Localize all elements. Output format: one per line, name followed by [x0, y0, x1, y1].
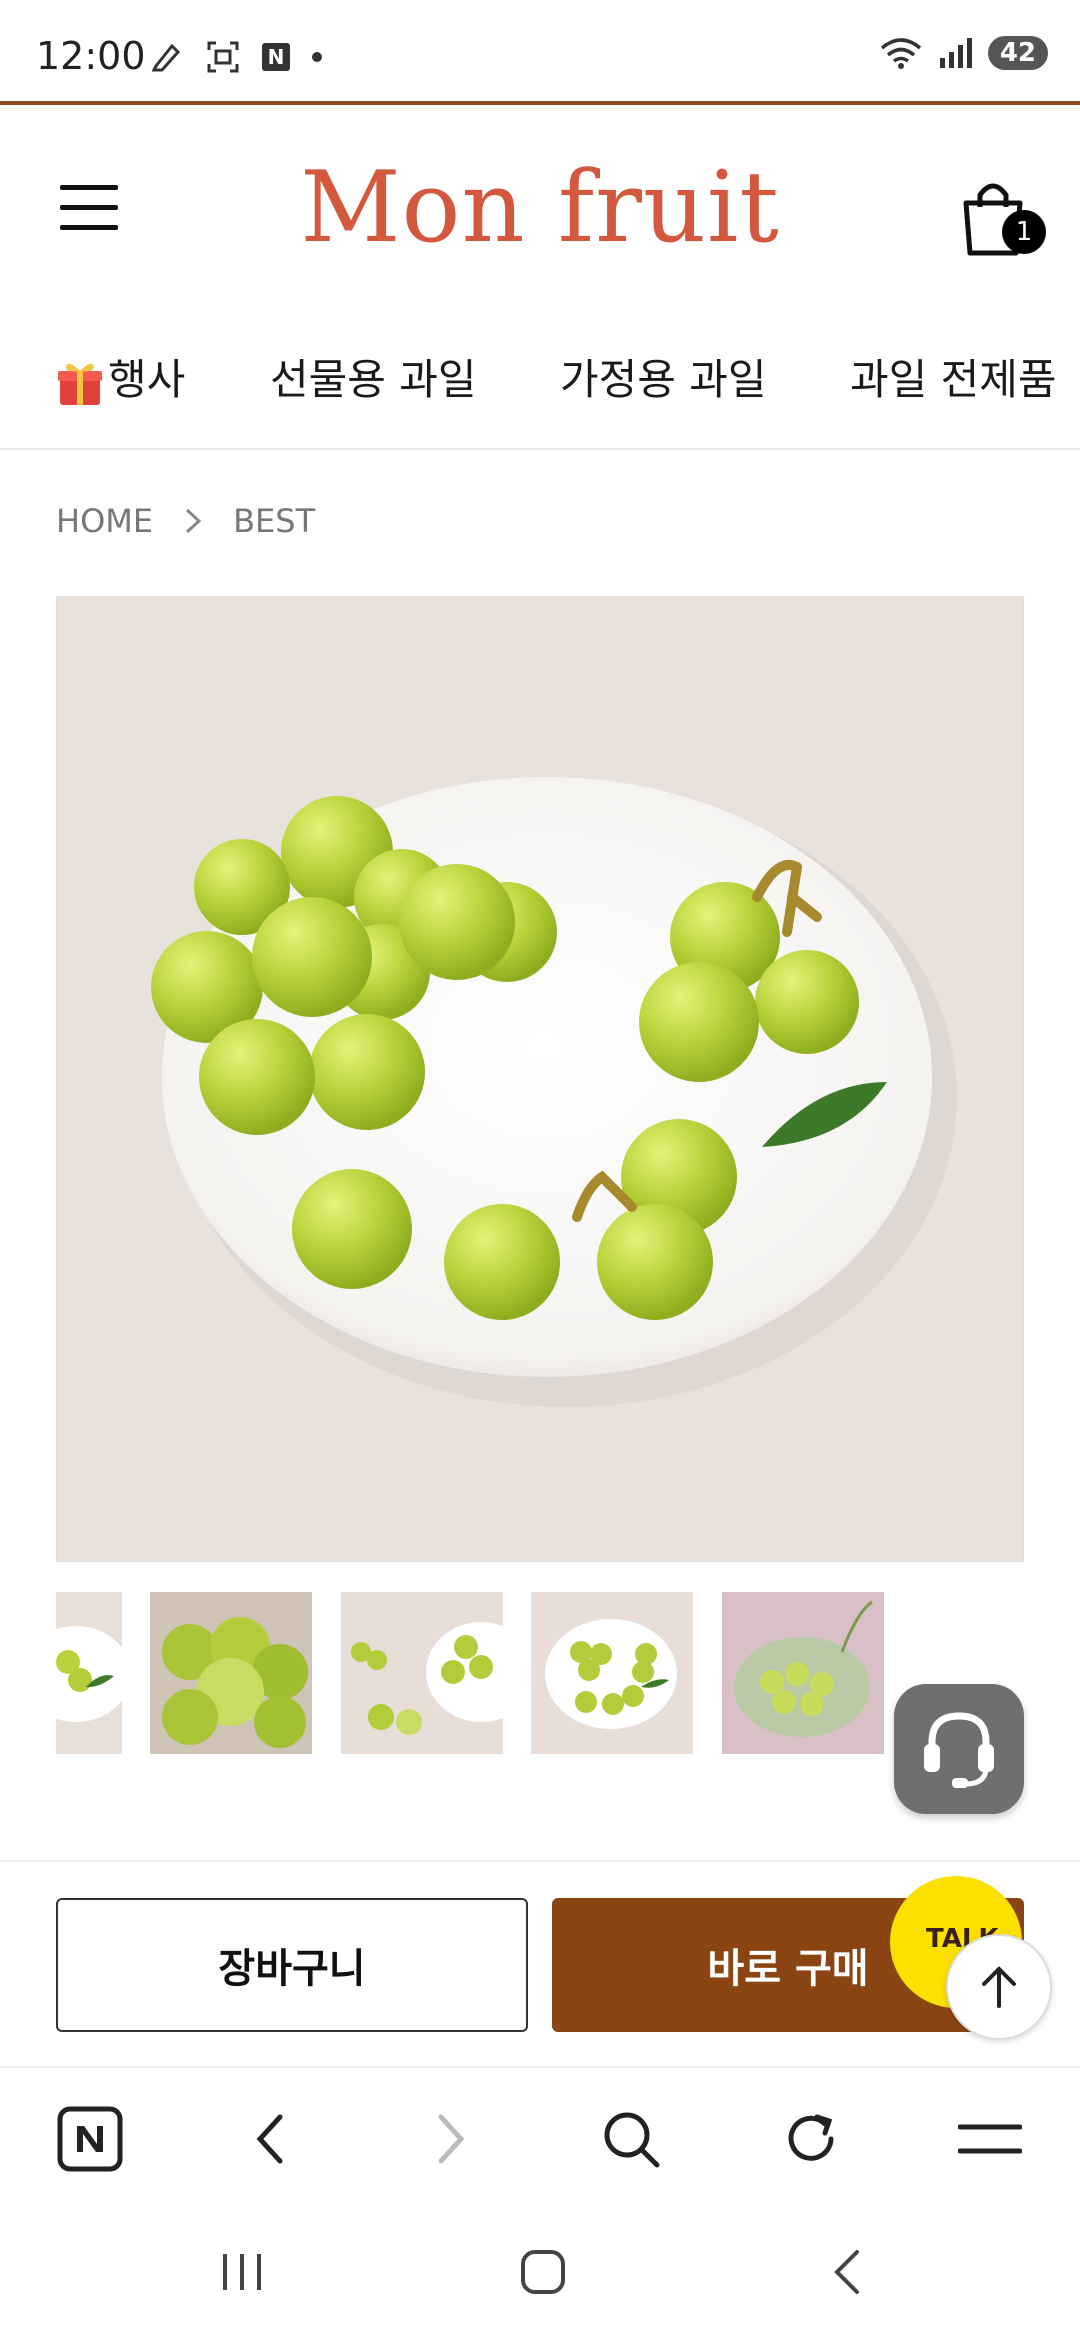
naver-n-icon — [57, 2106, 123, 2172]
arrow-up-icon — [982, 1966, 1016, 2008]
category-all-products[interactable]: 과일 전제품 — [850, 346, 1057, 407]
refresh-icon — [788, 2114, 834, 2161]
wifi-icon — [880, 38, 921, 69]
chevron-right-icon — [438, 2114, 465, 2164]
status-system-icons: 42 — [878, 36, 1048, 70]
thumbnail-5[interactable] — [722, 1592, 884, 1754]
site-header: Mon fruit — [0, 109, 1080, 309]
scroll-to-top-button[interactable] — [946, 1934, 1052, 2040]
site-logo[interactable]: Mon fruit — [0, 151, 1080, 265]
status-time: 12:00 — [36, 34, 146, 78]
system-back-button[interactable] — [812, 2242, 882, 2302]
browser-forward-button[interactable] — [416, 2104, 486, 2174]
grapes-on-plate-image — [151, 777, 957, 1407]
browser-search-button[interactable] — [596, 2104, 666, 2174]
system-navigation-bar — [0, 2206, 1080, 2340]
battery-level: 42 — [987, 36, 1048, 70]
add-to-cart-button[interactable]: 장바구니 — [56, 1898, 528, 2032]
status-bar: 12:00 N 42 — [0, 0, 1080, 105]
thumbnail-3[interactable] — [341, 1592, 503, 1754]
customer-service-button[interactable] — [894, 1684, 1024, 1814]
thumbnail-2[interactable] — [150, 1592, 312, 1754]
category-gift-fruit[interactable]: 선물용 과일 — [270, 346, 477, 407]
category-home-fruit[interactable]: 가정용 과일 — [560, 346, 767, 407]
browser-back-button[interactable] — [235, 2104, 305, 2174]
pen-ruler-icon — [151, 43, 181, 72]
search-icon — [604, 2112, 660, 2168]
signal-icon — [939, 38, 972, 68]
browser-menu-button[interactable] — [955, 2104, 1025, 2174]
cart-count-badge: 1 — [1002, 210, 1046, 254]
breadcrumb-current[interactable]: BEST — [233, 502, 315, 540]
thumbnail-4[interactable] — [531, 1592, 693, 1754]
category-label: 행사 — [108, 355, 186, 404]
home-icon — [521, 2250, 565, 2294]
thumbnail-strip — [56, 1592, 956, 1754]
status-notification-icons: N — [150, 40, 322, 74]
category-nav: 행사 선물용 과일 가정용 과일 과일 전제품 — [0, 330, 1080, 450]
naver-home-button[interactable] — [55, 2104, 125, 2174]
recent-apps-button[interactable] — [207, 2242, 277, 2302]
home-button[interactable] — [508, 2242, 578, 2302]
thumbnail-1[interactable] — [56, 1592, 122, 1754]
menu-icon — [958, 2124, 1022, 2154]
recent-apps-icon — [223, 2254, 261, 2290]
chevron-left-icon — [256, 2114, 283, 2164]
breadcrumb: HOME BEST — [56, 502, 315, 540]
notification-dot-icon — [312, 52, 322, 62]
browser-refresh-button[interactable] — [776, 2104, 846, 2174]
headset-icon — [924, 1712, 994, 1788]
product-main-image[interactable] — [56, 596, 1024, 1562]
category-event[interactable]: 행사 — [56, 346, 185, 407]
gift-icon — [58, 363, 102, 405]
naver-icon: N — [262, 43, 290, 71]
back-icon — [834, 2250, 859, 2294]
screenshot-icon — [207, 41, 239, 73]
browser-toolbar — [0, 2066, 1080, 2206]
chevron-right-icon — [186, 508, 202, 534]
breadcrumb-home[interactable]: HOME — [56, 502, 153, 540]
